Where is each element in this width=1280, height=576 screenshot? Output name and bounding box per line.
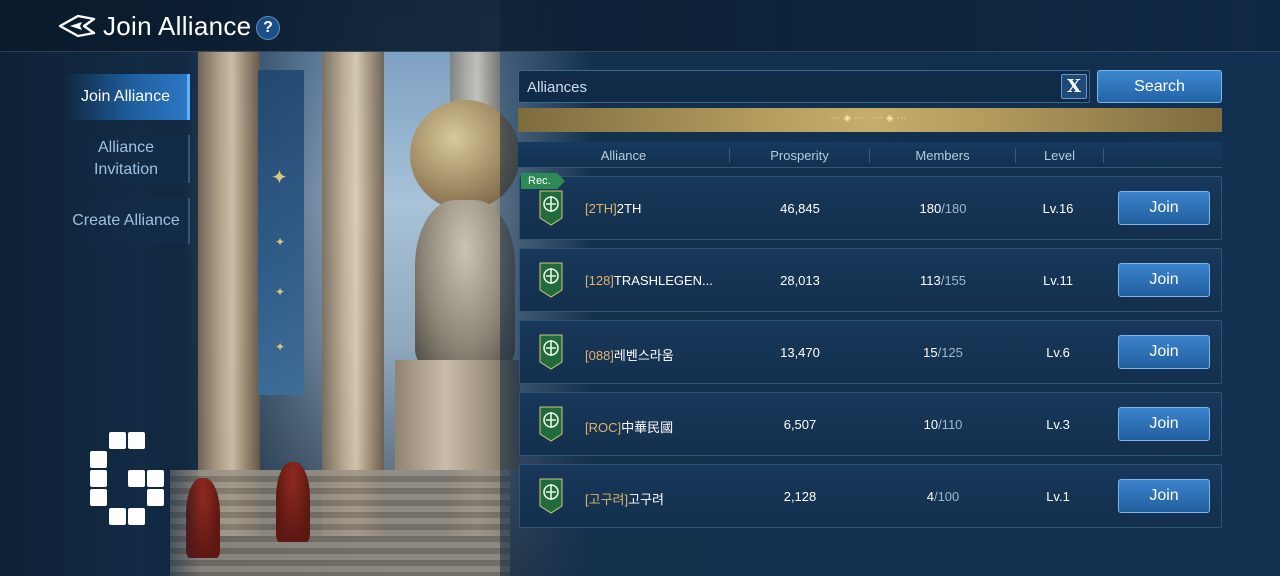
table-header: Alliance Prosperity Members Level [518, 142, 1222, 168]
alliance-title: TRASHLEGEN... [613, 273, 713, 288]
alliance-tag: [128] [585, 273, 614, 288]
table-row: [128]TRASHLEGEN... 28,013 113/155 Lv.11 … [519, 248, 1222, 312]
members-max: /125 [937, 345, 963, 360]
alliance-tag: [고구려] [585, 492, 629, 507]
members-max: /155 [940, 273, 967, 288]
alliance-emblem-icon [539, 190, 563, 226]
members-count: 4 [926, 489, 934, 504]
join-button[interactable]: Join [1118, 335, 1210, 369]
alliance-name: [088]레벤스라움 [585, 345, 674, 364]
alliance-name: [고구려]고구려 [585, 489, 664, 508]
alliance-name: [128]TRASHLEGEN... [585, 273, 713, 288]
alliance-title: 레벤스라움 [613, 348, 674, 363]
robed-figure [276, 462, 310, 542]
alliance-name: [ROC]中華民國 [585, 417, 673, 436]
menu-item-label: Alliance Invitation [93, 139, 159, 178]
table-row: [ROC]中華民國 6,507 10/110 Lv.3 Join [519, 392, 1222, 456]
level-value: Lv.11 [1043, 273, 1073, 288]
alliance-emblem-icon [539, 478, 563, 514]
join-button[interactable]: Join [1118, 407, 1210, 441]
menu-item-alliance-invitation[interactable]: Alliance Invitation [64, 135, 190, 183]
menu-item-create-alliance[interactable]: Create Alliance [64, 198, 190, 244]
alliance-title: 中華民國 [621, 420, 674, 435]
prosperity-value: 13,470 [780, 345, 820, 360]
alliance-emblem-icon [539, 334, 563, 370]
join-button[interactable]: Join [1118, 191, 1210, 225]
column-header-members: Members [870, 148, 1016, 163]
level-value: Lv.1 [1046, 489, 1070, 504]
alliance-title: 2TH [616, 201, 642, 216]
header-bar: Join Alliance ? [0, 0, 1280, 52]
members-value: 4/100 [883, 489, 1003, 504]
level-value: Lv.3 [1046, 417, 1070, 432]
alliance-title: 고구려 [628, 492, 664, 507]
level-value: Lv.6 [1046, 345, 1070, 360]
alliance-tag: [088] [585, 348, 614, 363]
level-value: Lv.16 [1042, 201, 1074, 216]
menu-item-label: Join Alliance [81, 88, 170, 105]
menu-item-label: Create Alliance [72, 212, 180, 229]
members-value: 15/125 [883, 345, 1003, 360]
background-banner: ✦ ✦ ✦ ✦ [258, 70, 304, 395]
members-value: 113/155 [883, 273, 1003, 288]
column-header-level: Level [1016, 148, 1104, 163]
table-row: [2TH]2TH 46,845 180/180 Lv.16 Join [519, 176, 1222, 240]
search-button[interactable]: Search [1097, 70, 1222, 103]
alliance-emblem-icon [539, 406, 563, 442]
prosperity-value: 46,845 [780, 201, 820, 216]
members-value: 10/110 [883, 417, 1003, 432]
alliance-emblem-icon [539, 262, 563, 298]
join-button[interactable]: Join [1118, 263, 1210, 297]
alliance-name: [2TH]2TH [585, 201, 641, 216]
search-input[interactable] [527, 77, 1057, 97]
background-steps [170, 470, 510, 576]
close-icon[interactable]: X [1061, 74, 1087, 99]
back-arrow-icon [58, 14, 96, 38]
join-button[interactable]: Join [1118, 479, 1210, 513]
table-row: [고구려]고구려 2,128 4/100 Lv.1 Join [519, 464, 1222, 528]
back-button[interactable] [58, 13, 96, 39]
prosperity-value: 6,507 [783, 417, 817, 432]
logo-icon [88, 432, 168, 528]
members-max: /100 [933, 489, 960, 504]
prosperity-value: 28,013 [780, 273, 820, 288]
search-box [518, 70, 1090, 103]
decorative-divider: ⋯◈⋯ ⋯◈⋯ [518, 108, 1222, 132]
background-column [198, 50, 260, 536]
members-value: 180/180 [883, 201, 1003, 216]
alliance-tag: [ROC] [585, 420, 622, 435]
members-count: 15 [923, 345, 938, 360]
column-header-prosperity: Prosperity [730, 148, 870, 163]
members-max: /110 [938, 417, 963, 432]
help-icon[interactable]: ? [256, 16, 280, 40]
menu-item-join-alliance[interactable]: Join Alliance [64, 74, 190, 120]
table-row: [088]레벤스라움 13,470 15/125 Lv.6 Join [519, 320, 1222, 384]
members-max: /180 [941, 201, 967, 216]
page-title: Join Alliance [103, 11, 252, 41]
members-count: 113 [919, 273, 941, 288]
recommended-badge: Rec. [521, 173, 565, 189]
background-column [322, 50, 384, 536]
column-header-alliance: Alliance [518, 148, 730, 163]
members-count: 180 [919, 201, 942, 216]
prosperity-value: 2,128 [783, 489, 817, 504]
alliance-tag: [2TH] [585, 201, 617, 216]
members-count: 10 [923, 417, 939, 432]
